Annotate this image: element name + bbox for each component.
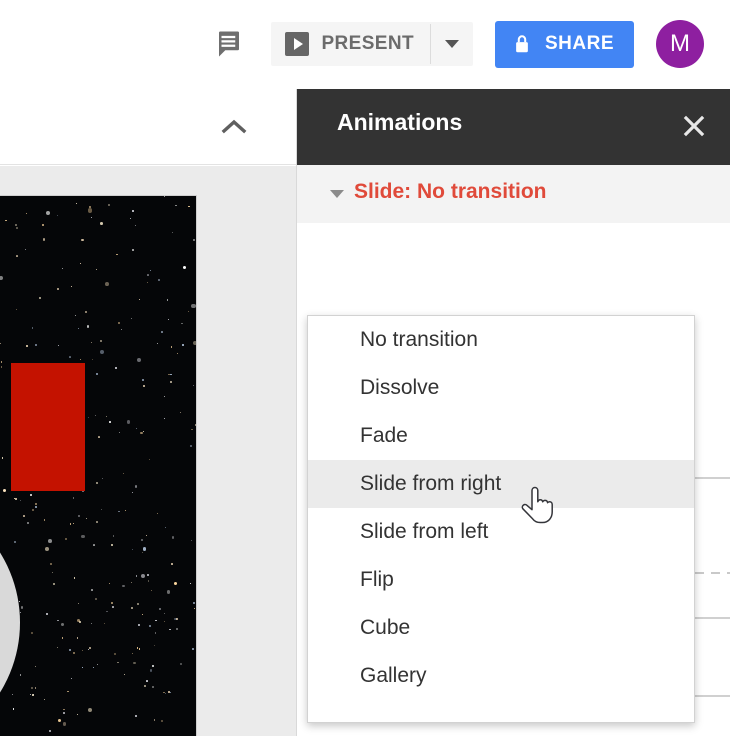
- share-button[interactable]: SHARE: [494, 20, 634, 68]
- menu-item-fade[interactable]: Fade: [308, 412, 694, 460]
- slide-canvas-area: [0, 166, 296, 736]
- close-icon[interactable]: [679, 111, 709, 141]
- menu-item-flip[interactable]: Flip: [308, 556, 694, 604]
- slide-canvas[interactable]: [0, 196, 196, 736]
- comment-icon[interactable]: [207, 22, 251, 66]
- avatar[interactable]: M: [656, 20, 704, 68]
- editor-toolbar-strip: [0, 89, 296, 165]
- present-button-label: PRESENT: [321, 33, 414, 54]
- animations-panel-header: Animations: [297, 89, 730, 165]
- chevron-up-icon[interactable]: [217, 110, 251, 144]
- present-button-group: PRESENT: [271, 22, 473, 66]
- menu-item-cube[interactable]: Cube: [308, 604, 694, 652]
- red-rectangle-shape[interactable]: [11, 363, 85, 491]
- slide-transition-section-label: Slide: No transition: [354, 180, 547, 203]
- menu-item-slide-from-left[interactable]: Slide from left: [308, 508, 694, 556]
- avatar-initial: M: [670, 30, 690, 57]
- menu-item-no-transition[interactable]: No transition: [308, 316, 694, 364]
- page-title: Animations: [337, 109, 463, 135]
- menu-item-dissolve[interactable]: Dissolve: [308, 364, 694, 412]
- triangle-down-icon: [330, 190, 344, 198]
- present-dropdown-button[interactable]: [431, 22, 473, 66]
- chevron-down-icon: [444, 40, 459, 48]
- present-button[interactable]: PRESENT: [271, 22, 430, 66]
- application-window: PRESENT SHARE M Animations Slide: No tra…: [0, 0, 730, 736]
- share-button-label: SHARE: [544, 33, 614, 54]
- transition-dropdown-menu: No transition Dissolve Fade Slide from r…: [307, 315, 695, 723]
- top-toolbar: PRESENT SHARE M: [0, 0, 730, 88]
- play-icon: [285, 32, 310, 56]
- menu-item-slide-from-right[interactable]: Slide from right: [308, 460, 694, 508]
- slide-transition-section-header[interactable]: Slide: No transition: [297, 165, 730, 223]
- lock-icon: [516, 35, 528, 53]
- menu-item-gallery[interactable]: Gallery: [308, 652, 694, 700]
